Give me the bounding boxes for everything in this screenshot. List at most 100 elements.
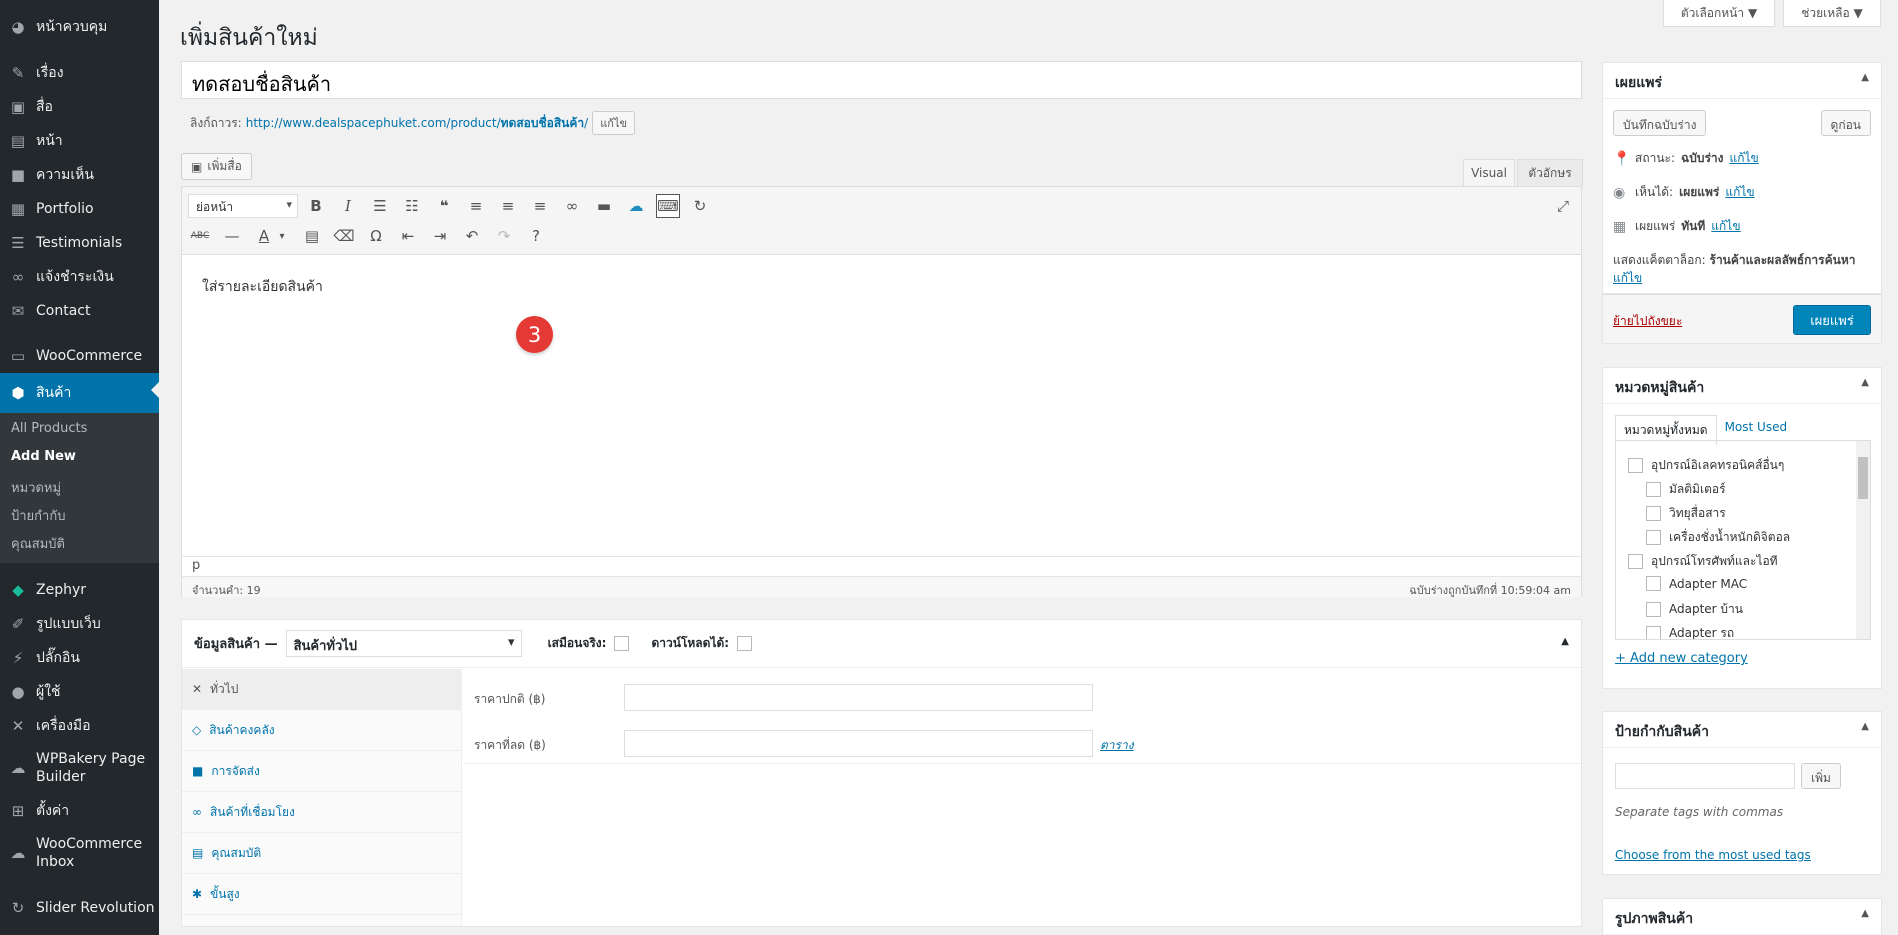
menu-comments[interactable]: ■ ความเห็น <box>0 158 159 192</box>
help-icon[interactable]: ? <box>524 224 548 248</box>
category-item[interactable]: Adapter บ้าน <box>1646 600 1743 619</box>
category-checkbox[interactable] <box>1628 458 1643 473</box>
menu-appearance[interactable]: ✐ รูปแบบเว็บ <box>0 607 159 641</box>
menu-products[interactable]: ⬢ สินค้า <box>0 373 159 413</box>
category-checkbox[interactable] <box>1646 602 1661 617</box>
read-more-icon[interactable]: ▬ <box>592 194 616 218</box>
scrollbar-thumb[interactable] <box>1858 457 1868 499</box>
edit-catalog-link[interactable]: แก้ไข <box>1613 271 1642 285</box>
collapse-icon[interactable]: ▲ <box>1861 908 1869 919</box>
toolbar-toggle-icon[interactable]: ⌨ <box>656 194 680 218</box>
align-right-icon[interactable]: ≡ <box>528 194 552 218</box>
product-type-select[interactable]: สินค้าทั่วไป <box>285 630 522 657</box>
tab-general[interactable]: ✕ ทั่วไป <box>182 669 461 710</box>
menu-testimonials[interactable]: ☰ Testimonials <box>0 226 159 260</box>
permalink-edit-button[interactable]: แก้ไข <box>592 111 636 135</box>
strikethrough-icon[interactable]: ABC <box>188 224 212 248</box>
sale-price-input[interactable] <box>624 730 1093 757</box>
product-image-header[interactable]: รูปภาพสินค้า ▲ <box>1603 899 1881 935</box>
add-category-link[interactable]: + Add new category <box>1615 651 1748 666</box>
clear-format-icon[interactable]: ⌫ <box>332 224 356 248</box>
menu-contact[interactable]: ✉ Contact <box>0 294 159 328</box>
format-select[interactable]: ย่อหน้า <box>188 194 298 218</box>
submenu-tags[interactable]: ป้ายกำกับ <box>11 505 65 526</box>
category-scrollbar[interactable] <box>1856 441 1870 639</box>
preview-button[interactable]: ดูก่อน <box>1820 110 1871 136</box>
bold-icon[interactable]: B <box>304 194 328 218</box>
redo-icon[interactable]: ↷ <box>492 224 516 248</box>
menu-tools[interactable]: ✕ เครื่องมือ <box>0 709 159 743</box>
category-item[interactable]: วิทยุสื่อสาร <box>1646 504 1726 523</box>
submenu-all-products[interactable]: All Products <box>11 421 87 436</box>
editor-text[interactable]: ใส่รายละเอียดสินค้า <box>202 276 323 298</box>
category-checkbox[interactable] <box>1646 506 1661 521</box>
collapse-icon[interactable]: ▲ <box>1861 72 1869 83</box>
menu-wpbakery[interactable]: ☁ WPBakery Page Builder <box>0 746 159 790</box>
category-checkbox[interactable] <box>1646 626 1661 639</box>
move-to-trash-link[interactable]: ย้ายไปถังขยะ <box>1613 312 1682 331</box>
chevron-down-icon[interactable]: ▾ <box>270 224 294 248</box>
edit-status-link[interactable]: แก้ไข <box>1729 149 1758 168</box>
indent-icon[interactable]: ⇥ <box>428 224 452 248</box>
regular-price-input[interactable] <box>624 684 1093 711</box>
category-item[interactable]: มัลติมิเตอร์ <box>1646 480 1726 499</box>
menu-payment[interactable]: ∞ แจ้งชำระเงิน <box>0 260 159 294</box>
product-title-input[interactable]: ทดสอบชื่อสินค้า <box>181 61 1582 99</box>
submenu-add-new[interactable]: Add New <box>11 449 76 464</box>
outdent-icon[interactable]: ⇤ <box>396 224 420 248</box>
schedule-link[interactable]: ตาราง <box>1100 736 1134 755</box>
screen-options-button[interactable]: ตัวเลือกหน้า ▼ <box>1663 0 1775 27</box>
menu-media[interactable]: ▣ สื่อ <box>0 90 159 124</box>
publish-button[interactable]: เผยแพร่ <box>1793 305 1871 335</box>
numbered-list-icon[interactable]: ☷ <box>400 194 424 218</box>
menu-settings[interactable]: ⊞ ตั้งค่า <box>0 794 159 828</box>
help-button[interactable]: ช่วยเหลือ ▼ <box>1783 0 1881 27</box>
tags-box-header[interactable]: ป้ายกำกับสินค้า ▲ <box>1603 712 1881 748</box>
link-icon[interactable]: ∞ <box>560 194 584 218</box>
edit-visibility-link[interactable]: แก้ไข <box>1725 183 1754 202</box>
category-item[interactable]: อุปกรณ์โทรศัพท์และไอที <box>1628 552 1778 571</box>
choose-tags-link[interactable]: Choose from the most used tags <box>1615 848 1811 862</box>
add-tag-button[interactable]: เพิ่ม <box>1801 763 1841 789</box>
downloadable-checkbox[interactable] <box>737 636 753 651</box>
menu-slider-revolution[interactable]: ↻ Slider Revolution <box>0 891 159 925</box>
align-center-icon[interactable]: ≡ <box>496 194 520 218</box>
category-checkbox[interactable] <box>1646 530 1661 545</box>
menu-users[interactable]: ● ผู้ใช้ <box>0 675 159 709</box>
menu-dashboard[interactable]: ◕ หน้าควบคุม <box>0 10 159 44</box>
category-item[interactable]: เครื่องชั่งน้ำหนักดิจิตอล <box>1646 528 1790 547</box>
category-checkbox[interactable] <box>1646 482 1661 497</box>
category-item[interactable]: อุปกรณ์อิเลคทรอนิคส์อื่นๆ <box>1628 456 1784 475</box>
tab-inventory[interactable]: ◇ สินค้าคงคลัง <box>182 710 461 751</box>
publish-box-header[interactable]: เผยแพร่ ▲ <box>1603 63 1881 99</box>
menu-portfolio[interactable]: ▦ Portfolio <box>0 192 159 226</box>
tag-input[interactable] <box>1615 763 1795 789</box>
add-media-button[interactable]: ▣ เพิ่มสื่อ <box>181 153 252 180</box>
italic-icon[interactable]: I <box>336 194 360 218</box>
save-draft-button[interactable]: บันทึกฉบับร่าง <box>1613 110 1707 136</box>
permalink-link[interactable]: http://www.dealspacephuket.com/product/ท… <box>246 114 588 133</box>
bullet-list-icon[interactable]: ☰ <box>368 194 392 218</box>
menu-posts[interactable]: ✎ เรื่อง <box>0 56 159 90</box>
fullscreen-icon[interactable]: ⤢ <box>1551 194 1575 218</box>
tab-attributes[interactable]: ▤ คุณสมบัติ <box>182 833 461 874</box>
menu-woo-inbox[interactable]: ☁ WooCommerce Inbox <box>0 831 159 875</box>
cloud-icon[interactable]: ☁ <box>624 194 648 218</box>
blockquote-icon[interactable]: ❝ <box>432 194 456 218</box>
tab-shipping[interactable]: ■ การจัดส่ง <box>182 751 461 792</box>
menu-plugins[interactable]: ⚡ ปลั๊กอิน <box>0 641 159 675</box>
collapse-icon[interactable]: ▲ <box>1861 721 1869 732</box>
collapse-icon[interactable]: ▲ <box>1561 636 1569 647</box>
menu-woocommerce[interactable]: ▭ WooCommerce <box>0 339 159 373</box>
category-checkbox[interactable] <box>1628 554 1643 569</box>
category-item[interactable]: Adapter รถ <box>1646 624 1734 639</box>
submenu-attributes[interactable]: คุณสมบัติ <box>11 533 65 554</box>
tab-advanced[interactable]: ✱ ขั้นสูง <box>182 874 461 915</box>
submenu-categories[interactable]: หมวดหมู่ <box>11 477 61 498</box>
categories-box-header[interactable]: หมวดหมู่สินค้า ▲ <box>1603 368 1881 404</box>
tab-text[interactable]: ตัวอักษร <box>1517 159 1583 186</box>
tab-visual[interactable]: Visual <box>1463 159 1515 186</box>
virtual-checkbox[interactable] <box>614 636 630 651</box>
collapse-icon[interactable]: ▲ <box>1861 377 1869 388</box>
category-item[interactable]: Adapter MAC <box>1646 576 1747 591</box>
